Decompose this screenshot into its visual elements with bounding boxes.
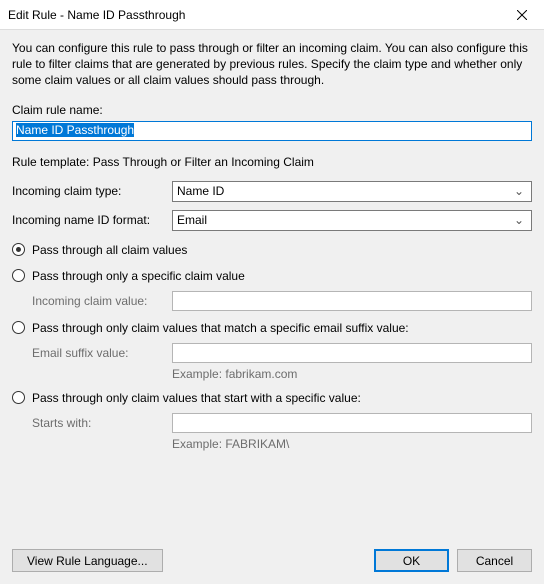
dialog-content: You can configure this rule to pass thro… [0, 30, 544, 451]
incoming-type-value: Name ID [177, 184, 511, 198]
chevron-down-icon: ⌄ [511, 213, 527, 227]
nameid-format-value: Email [177, 213, 511, 227]
radio-email-suffix-label: Pass through only claim values that matc… [32, 321, 409, 335]
radio-all-label: Pass through all claim values [32, 243, 187, 257]
incoming-type-label: Incoming claim type: [12, 184, 172, 198]
view-rule-language-label: View Rule Language... [27, 554, 148, 568]
radio-starts-with[interactable] [12, 391, 25, 404]
radio-email-suffix[interactable] [12, 321, 25, 334]
specific-value-label: Incoming claim value: [32, 294, 172, 308]
ok-label: OK [403, 554, 420, 568]
dialog-window: Edit Rule - Name ID Passthrough You can … [0, 0, 544, 584]
nameid-format-combo[interactable]: Email ⌄ [172, 210, 532, 231]
titlebar: Edit Rule - Name ID Passthrough [0, 0, 544, 30]
starts-with-label: Starts with: [32, 416, 172, 430]
close-button[interactable] [499, 0, 544, 30]
cancel-label: Cancel [476, 554, 513, 568]
view-rule-language-button[interactable]: View Rule Language... [12, 549, 163, 572]
rule-name-value: Name ID Passthrough [16, 123, 134, 137]
description-text: You can configure this rule to pass thro… [12, 40, 532, 89]
radio-all-values[interactable] [12, 243, 25, 256]
radio-starts-with-label: Pass through only claim values that star… [32, 391, 361, 405]
close-icon [517, 10, 527, 20]
cancel-button[interactable]: Cancel [457, 549, 532, 572]
chevron-down-icon: ⌄ [511, 184, 527, 198]
radio-specific-label: Pass through only a specific claim value [32, 269, 245, 283]
nameid-format-label: Incoming name ID format: [12, 213, 172, 227]
incoming-type-combo[interactable]: Name ID ⌄ [172, 181, 532, 202]
filter-options-group: Pass through all claim values Pass throu… [12, 243, 532, 451]
button-bar: View Rule Language... OK Cancel [0, 539, 544, 584]
starts-with-example: Example: FABRIKAM\ [172, 437, 532, 451]
email-suffix-example: Example: fabrikam.com [172, 367, 532, 381]
rule-template-text: Rule template: Pass Through or Filter an… [12, 155, 532, 169]
window-title: Edit Rule - Name ID Passthrough [8, 8, 499, 22]
specific-value-input [172, 291, 532, 311]
rule-name-label: Claim rule name: [12, 103, 532, 117]
email-suffix-input [172, 343, 532, 363]
rule-name-input[interactable]: Name ID Passthrough [12, 121, 532, 141]
ok-button[interactable]: OK [374, 549, 449, 572]
email-suffix-label: Email suffix value: [32, 346, 172, 360]
radio-specific-value[interactable] [12, 269, 25, 282]
starts-with-input [172, 413, 532, 433]
